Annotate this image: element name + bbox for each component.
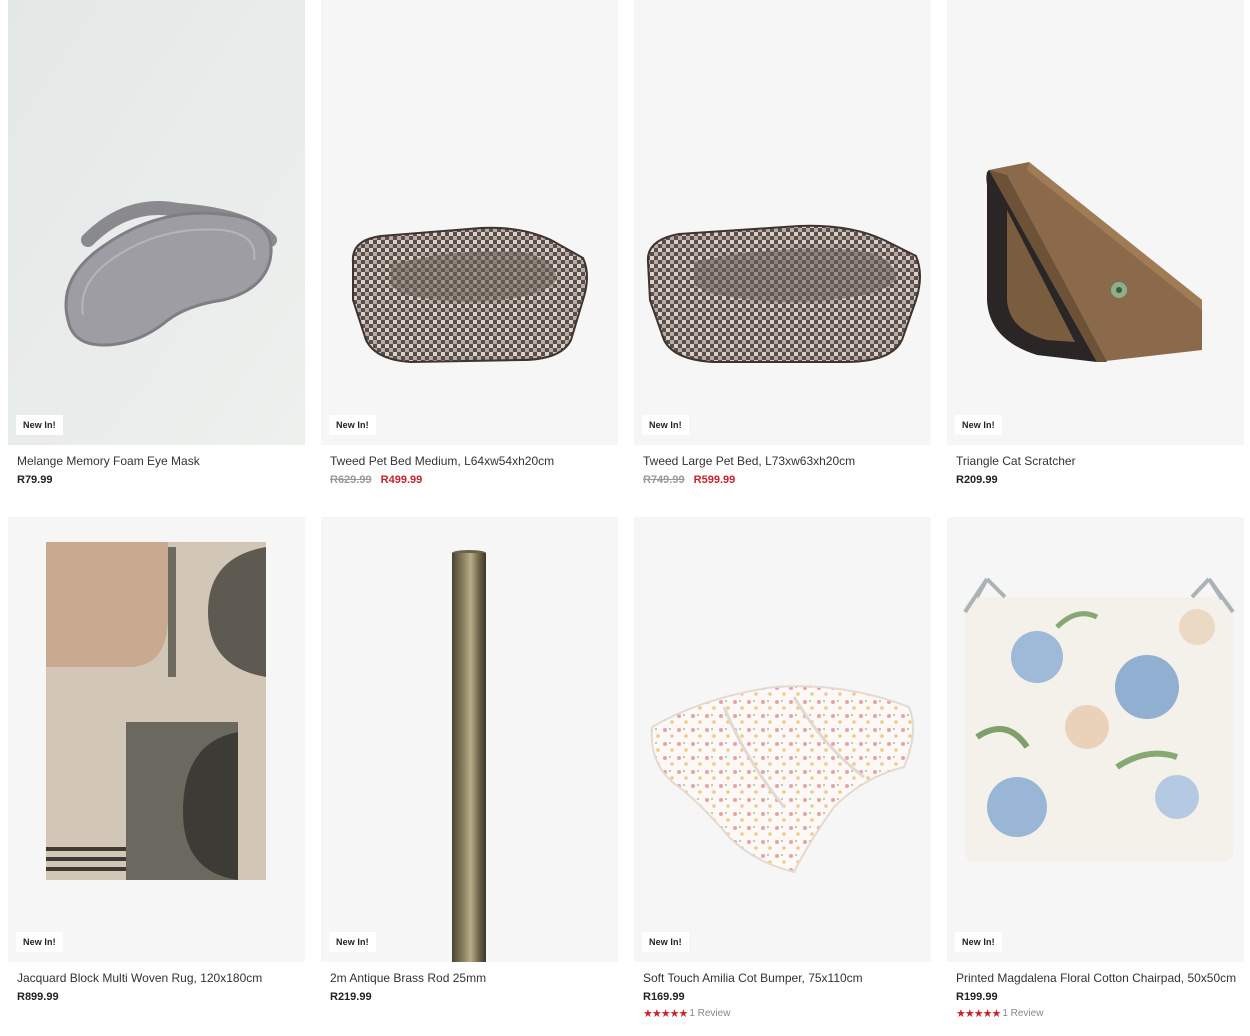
product-title[interactable]: Jacquard Block Multi Woven Rug, 120x180c… <box>17 971 262 985</box>
product-title[interactable]: Triangle Cat Scratcher <box>956 454 1076 468</box>
product-image[interactable]: New In! <box>321 0 618 445</box>
price: R79.99 <box>17 474 53 486</box>
price-line: R749.99 R599.99 <box>643 474 735 486</box>
product-image[interactable]: New In! <box>947 517 1244 962</box>
product-title[interactable]: Soft Touch Amilia Cot Bumper, 75x110cm <box>643 971 863 985</box>
product-title[interactable]: Tweed Pet Bed Medium, L64xw54xh20cm <box>330 454 554 468</box>
price: R209.99 <box>956 474 998 486</box>
price-line: R79.99 <box>17 474 52 486</box>
new-in-badge: New In! <box>955 932 1002 952</box>
price-line: R219.99 <box>330 991 372 1003</box>
product-image[interactable]: New In! <box>634 517 931 962</box>
product-card[interactable]: New In! Printed Magdalena Floral Cotton … <box>947 517 1244 1036</box>
was-price: R629.99 <box>330 474 372 486</box>
price-line: R629.99 R499.99 <box>330 474 422 486</box>
product-grid: New In! Melange Memory Foam Eye Mask R79… <box>8 0 1244 1036</box>
price: R219.99 <box>330 991 372 1003</box>
new-in-badge: New In! <box>642 415 689 435</box>
product-card[interactable]: New In! Tweed Large Pet Bed, L73xw63xh20… <box>634 0 931 517</box>
review-count[interactable]: 1 Review <box>1002 1008 1043 1019</box>
rating-stars-icon: ★★★★★ <box>643 1008 688 1020</box>
product-title[interactable]: Tweed Large Pet Bed, L73xw63xh20cm <box>643 454 855 468</box>
price-line: R209.99 <box>956 474 998 486</box>
price: R899.99 <box>17 991 59 1003</box>
product-title[interactable]: Printed Magdalena Floral Cotton Chairpad… <box>956 971 1236 985</box>
rating[interactable]: ★★★★★ 1 Review <box>643 1007 730 1020</box>
price-line: R899.99 <box>17 991 59 1003</box>
product-card[interactable]: New In! Triangle Cat Scratcher R209.99 <box>947 0 1244 517</box>
review-count[interactable]: 1 Review <box>689 1008 730 1019</box>
rug-image <box>46 542 266 880</box>
new-in-badge: New In! <box>16 415 63 435</box>
product-card[interactable]: New In! 2m Antique Brass Rod 25mm R219.9… <box>321 517 618 1036</box>
product-image[interactable]: New In! <box>634 0 931 445</box>
pet-bed-image <box>646 224 921 363</box>
product-card[interactable]: New In! Jacquard Block Multi Woven Rug, … <box>8 517 305 1036</box>
eye-mask-image <box>8 0 305 445</box>
product-image[interactable]: New In! <box>947 0 1244 445</box>
product-card[interactable]: New In! Soft Touch Amilia Cot Bumper, 75… <box>634 517 931 1036</box>
cat-scratcher-image <box>986 162 1202 362</box>
product-image[interactable]: New In! <box>8 0 305 445</box>
new-in-badge: New In! <box>642 932 689 952</box>
product-card[interactable]: New In! Tweed Pet Bed Medium, L64xw54xh2… <box>321 0 618 517</box>
product-image[interactable]: New In! <box>321 517 618 962</box>
price: R169.99 <box>643 991 685 1003</box>
product-title[interactable]: Melange Memory Foam Eye Mask <box>17 454 200 468</box>
sale-price: R599.99 <box>693 474 736 486</box>
cot-bumper-image <box>650 685 914 874</box>
new-in-badge: New In! <box>329 932 376 952</box>
price: R199.99 <box>956 991 998 1003</box>
rating-stars-icon: ★★★★★ <box>956 1008 1001 1020</box>
product-card[interactable]: New In! Melange Memory Foam Eye Mask R79… <box>8 0 305 517</box>
sale-price: R499.99 <box>380 474 423 486</box>
new-in-badge: New In! <box>329 415 376 435</box>
curtain-rod-image <box>452 550 486 962</box>
chairpad-image <box>963 577 1235 862</box>
product-title[interactable]: 2m Antique Brass Rod 25mm <box>330 971 486 985</box>
was-price: R749.99 <box>643 474 685 486</box>
new-in-badge: New In! <box>16 932 63 952</box>
product-image[interactable]: New In! <box>8 517 305 962</box>
pet-bed-image <box>351 226 588 364</box>
new-in-badge: New In! <box>955 415 1002 435</box>
price-line: R199.99 <box>956 991 998 1003</box>
rating[interactable]: ★★★★★ 1 Review <box>956 1007 1043 1020</box>
price-line: R169.99 <box>643 991 685 1003</box>
